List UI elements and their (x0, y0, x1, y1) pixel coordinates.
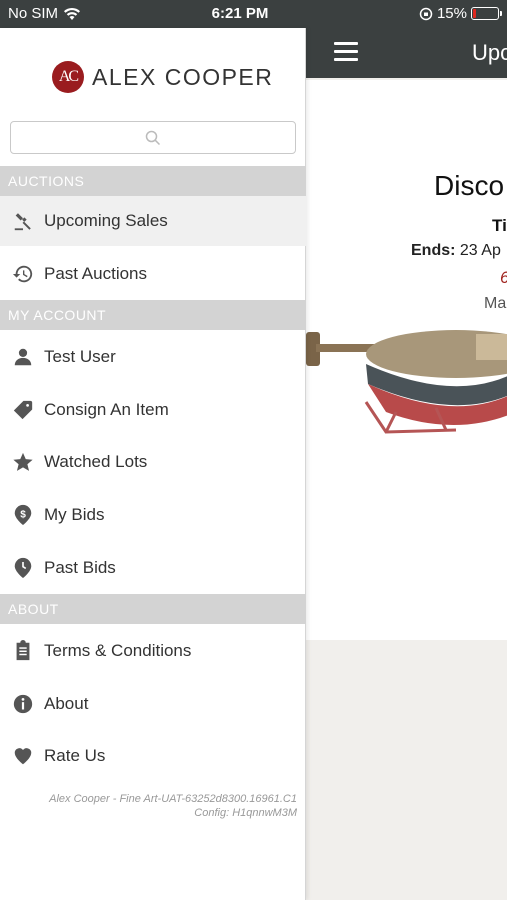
section-my-account: MY ACCOUNT (0, 300, 306, 330)
section-about: ABOUT (0, 594, 306, 624)
orientation-lock-icon (419, 7, 433, 20)
search-box[interactable] (10, 121, 296, 154)
svg-text:$: $ (20, 509, 26, 520)
brand-logo: AC (52, 61, 84, 93)
menu-item-label: About (44, 694, 89, 713)
menu-item-label: Consign An Item (44, 400, 169, 419)
main-header: Upc (306, 28, 507, 78)
main-title: Upc (472, 40, 507, 65)
menu-item-label: Past Auctions (44, 264, 148, 283)
menu-item-about[interactable]: About (0, 679, 306, 729)
gavel-icon (10, 208, 36, 234)
menu-item-label: Watched Lots (44, 452, 148, 471)
menu-item-label: My Bids (44, 505, 105, 524)
sale-countdown: 6 (500, 268, 507, 288)
battery-percent: 15% (436, 5, 467, 22)
status-right: 15% (419, 5, 502, 22)
menu-item-rate-us[interactable]: Rate Us (0, 731, 306, 781)
battery-icon (471, 7, 502, 20)
app-version-info: Alex Cooper - Fine Art-UAT-63252d8300.16… (49, 792, 297, 820)
clock-pin-icon (10, 555, 36, 581)
section-auctions: AUCTIONS (0, 166, 306, 196)
brand: AC ALEX COOPER (52, 61, 273, 93)
menu-item-label: Past Bids (44, 558, 116, 577)
main-panel: Upc Disco Ti Ends: 23 Ap 6 Ma (306, 28, 507, 900)
history-icon (10, 261, 36, 287)
menu-item-test-user[interactable]: Test User (0, 332, 306, 382)
heart-icon (10, 743, 36, 769)
status-bar: No SIM 6:21 PM 15% (0, 0, 507, 28)
dollar-pin-icon: $ (10, 502, 36, 528)
user-icon (10, 344, 36, 370)
menu-item-my-bids[interactable]: $ My Bids (0, 490, 306, 540)
sale-title: Disco (434, 170, 505, 201)
lot-image (306, 312, 507, 462)
menu-item-terms[interactable]: Terms & Conditions (0, 626, 306, 676)
menu-item-watched-lots[interactable]: Watched Lots (0, 437, 306, 487)
menu-item-label: Rate Us (44, 746, 106, 765)
menu-icon[interactable] (334, 42, 358, 64)
battery-fill (473, 9, 476, 18)
config-line: Config: H1qnnwM3M (194, 807, 297, 819)
sale-card[interactable]: Disco Ti Ends: 23 Ap 6 Ma (306, 80, 507, 640)
star-icon (10, 449, 36, 475)
clipboard-icon (10, 638, 36, 664)
menu-item-upcoming-sales[interactable]: Upcoming Sales (0, 196, 306, 246)
status-time: 6:21 PM (211, 5, 269, 22)
sale-location: Ma (484, 295, 507, 312)
brand-name: ALEX COOPER (92, 63, 274, 90)
sale-subtitle: Ti (492, 216, 507, 235)
menu-item-label: Test User (44, 347, 116, 366)
version-line: Alex Cooper - Fine Art-UAT-63252d8300.16… (49, 793, 297, 805)
side-drawer: AC ALEX COOPER AUCTIONS Upcoming Sales P… (0, 28, 306, 900)
menu-item-label: Terms & Conditions (44, 641, 192, 660)
ends-label: Ends: (411, 242, 456, 259)
ends-value: 23 Ap (459, 242, 501, 259)
tag-icon (10, 397, 36, 423)
menu-item-past-auctions[interactable]: Past Auctions (0, 249, 306, 299)
info-icon (10, 691, 36, 717)
menu-item-label: Upcoming Sales (44, 211, 168, 230)
menu-item-past-bids[interactable]: Past Bids (0, 543, 306, 593)
sale-ends: Ends: 23 Ap (411, 242, 501, 260)
menu-item-consign[interactable]: Consign An Item (0, 385, 306, 435)
search-input[interactable] (11, 122, 295, 153)
